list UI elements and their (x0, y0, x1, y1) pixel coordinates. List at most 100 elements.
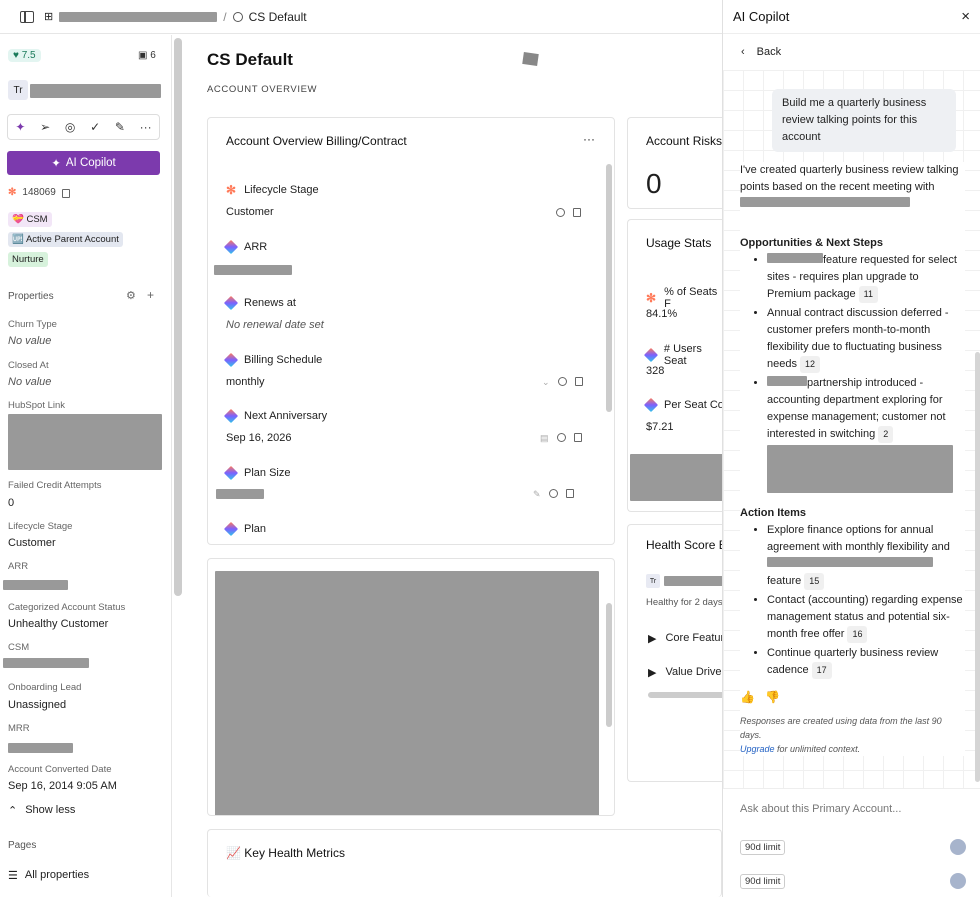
info-icon[interactable] (556, 433, 566, 442)
copy-icon[interactable] (61, 189, 70, 198)
add-property-icon[interactable]: + (147, 288, 154, 302)
reference-chip[interactable]: 2 (878, 426, 894, 443)
redacted-card (207, 558, 615, 816)
copy-icon[interactable] (574, 377, 583, 386)
field-actions: ⌄ (542, 377, 583, 388)
reference-chip[interactable]: 12 (799, 356, 820, 373)
list-item: feature requested for select sites - req… (767, 252, 965, 303)
footnote-text: for unlimited context. (774, 744, 861, 754)
field-value[interactable]: monthly (226, 376, 265, 388)
copy-icon[interactable] (573, 208, 581, 217)
usage-label: Per Seat Co (664, 399, 724, 411)
usage-row: ✻ % of Seats F (646, 286, 727, 310)
avatar: Tr (8, 80, 28, 100)
info-icon[interactable] (556, 208, 565, 217)
card-title: Health Score B (646, 538, 727, 552)
usage-value[interactable]: 84.1% (646, 308, 677, 320)
sparkle-icon[interactable]: ✦ (15, 120, 25, 134)
send-icon[interactable]: ➢ (40, 120, 50, 134)
arr-redacted[interactable] (3, 580, 68, 590)
calendar-icon[interactable]: ▤ (540, 433, 549, 444)
hubspot-id: ✻ 148069 (8, 187, 70, 198)
sidebar-scrollbar[interactable] (174, 38, 182, 596)
send-icon[interactable] (950, 839, 966, 855)
footnote-text: Responses are created using data from th… (740, 716, 942, 740)
edit-icon[interactable]: ✎ (115, 120, 125, 134)
edit-icon[interactable]: ✎ (533, 489, 541, 500)
panel-scrollbar[interactable] (975, 352, 980, 782)
breadcrumb-page-label: CS Default (248, 9, 307, 24)
field-value[interactable]: Customer (226, 206, 274, 218)
field-label: Categorized Account Status (8, 602, 126, 613)
field-value[interactable]: No renewal date set (226, 319, 324, 331)
key-health-metrics-card: 📈 Key Health Metrics (207, 829, 722, 897)
field-value[interactable]: 0 (8, 497, 14, 509)
tag-csm: 💝 CSM (8, 212, 52, 227)
field-value[interactable]: Unhealthy Customer (8, 618, 108, 630)
mrr-redacted[interactable] (8, 743, 73, 753)
list-item: Continue quarterly business review caden… (767, 645, 965, 679)
info-icon[interactable] (557, 377, 567, 386)
thumbs-up-icon[interactable]: 👍 (740, 689, 755, 706)
reference-chip[interactable]: 11 (858, 286, 878, 303)
section-value-drivers[interactable]: ▶ Value Drive (648, 666, 722, 679)
horizontal-scrollbar[interactable] (648, 692, 727, 698)
user-message: Build me a quarterly business review tal… (772, 89, 956, 152)
breadcrumb-tree-icon: ⊞ (44, 11, 54, 23)
reference-chip[interactable]: 15 (804, 573, 825, 590)
field-label: Renews at (244, 297, 296, 309)
send-icon[interactable] (950, 873, 966, 889)
integration-icon (223, 295, 239, 311)
section-heading: Action Items (740, 507, 807, 519)
copy-icon[interactable] (573, 433, 582, 442)
chat-icon[interactable]: ◎ (65, 120, 75, 134)
field-label: Churn Type (8, 319, 57, 330)
settings-icon[interactable]: ⚙ (126, 289, 136, 302)
upgrade-link[interactable]: Upgrade (740, 744, 775, 754)
info-icon[interactable] (548, 489, 558, 498)
field-value[interactable]: Sep 16, 2026 (226, 432, 291, 444)
thumbs-down-icon[interactable]: 👎 (765, 689, 780, 706)
heart-icon: ♥ (13, 50, 19, 61)
page-title: CS Default (207, 50, 293, 69)
hubspot-icon: ✻ (8, 187, 17, 198)
top-bar: ⊞ / CS Default (0, 0, 722, 34)
field-value[interactable]: No value (8, 335, 51, 347)
card-scrollbar[interactable] (606, 603, 612, 727)
usage-value[interactable]: 328 (646, 365, 664, 377)
chat-input[interactable]: Ask about this Primary Account... (740, 803, 901, 815)
show-less-toggle[interactable]: ⌃ Show less (8, 804, 75, 817)
usage-value[interactable]: $7.21 (646, 421, 674, 433)
field-value[interactable]: Sep 16, 2014 9:05 AM (8, 780, 117, 792)
limit-chip[interactable]: 90d limit (740, 874, 786, 889)
checks-icon[interactable]: ✓ (90, 120, 100, 134)
field-value[interactable]: Unassigned (8, 699, 66, 711)
all-properties-link[interactable]: ☰ All properties (8, 869, 89, 882)
field-value[interactable]: No value (8, 376, 51, 388)
more-icon[interactable]: ··· (583, 132, 595, 146)
breadcrumb-redacted[interactable] (59, 11, 218, 22)
card-scrollbar[interactable] (606, 164, 612, 412)
chevron-icon[interactable]: ⌄ (542, 377, 550, 388)
ai-copilot-button[interactable]: ✦ AI Copilot (7, 151, 160, 175)
hubspot-icon: ✻ (226, 183, 237, 197)
arr-redacted[interactable] (214, 265, 292, 275)
back-button[interactable]: ‹ Back (741, 46, 781, 58)
field-actions: ✎ (533, 489, 574, 500)
field-label: Onboarding Lead (8, 682, 82, 693)
reference-chip[interactable]: 17 (811, 662, 832, 679)
hubspot-link-redacted[interactable] (8, 414, 162, 470)
close-icon[interactable]: × (961, 8, 970, 25)
limit-chip[interactable]: 90d limit (740, 840, 786, 855)
more-icon[interactable]: ··· (140, 120, 152, 134)
usage-row: Per Seat Co (643, 397, 724, 413)
reference-chip[interactable]: 16 (847, 626, 868, 643)
field-value[interactable]: Customer (8, 537, 56, 549)
section-core-features[interactable]: ▶ Core Featur (648, 632, 724, 645)
copy-icon[interactable] (565, 489, 574, 498)
breadcrumb-page-icon (232, 11, 243, 22)
sidebar-toggle-icon[interactable] (20, 10, 34, 23)
plan-size-redacted[interactable] (216, 489, 264, 499)
csm-redacted[interactable] (3, 658, 89, 668)
field-lifecycle-stage: ✻ Lifecycle Stage (226, 183, 319, 197)
